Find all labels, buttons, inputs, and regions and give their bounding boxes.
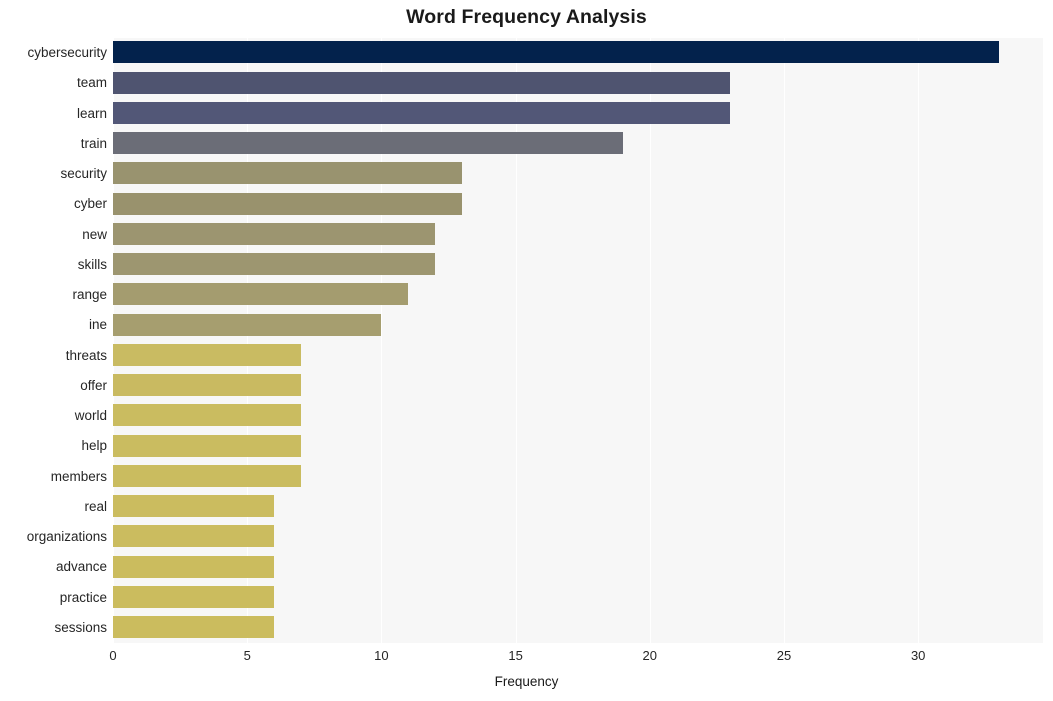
y-tick-label-ine: ine bbox=[88, 317, 107, 333]
bar-offer[interactable] bbox=[113, 374, 301, 397]
x-tick-label-10: 10 bbox=[374, 648, 389, 663]
bar-organizations[interactable] bbox=[113, 525, 275, 548]
bar-row bbox=[113, 250, 1043, 280]
bar-row bbox=[113, 129, 1043, 159]
y-axis-tick-labels: cybersecurity team learn train security cyber… bbox=[0, 38, 107, 643]
bar-row bbox=[113, 341, 1043, 371]
bar-row bbox=[113, 99, 1043, 129]
bar-learn[interactable] bbox=[113, 101, 731, 124]
x-tick-label-30: 30 bbox=[910, 648, 926, 663]
bar-row bbox=[113, 613, 1043, 643]
y-tick-label-sessions: sessions bbox=[54, 619, 107, 635]
bar-practice[interactable] bbox=[113, 585, 275, 608]
y-tick-label-offer: offer bbox=[80, 377, 107, 393]
bar-row bbox=[113, 552, 1043, 582]
y-tick-label-range: range bbox=[72, 287, 107, 303]
bar-row bbox=[113, 189, 1043, 219]
bar-range[interactable] bbox=[113, 283, 409, 306]
bar-threats[interactable] bbox=[113, 343, 301, 366]
y-tick-label-cyber: cyber bbox=[73, 196, 107, 212]
bar-sessions[interactable] bbox=[113, 616, 275, 639]
bar-ine[interactable] bbox=[113, 313, 382, 336]
bar-row bbox=[113, 401, 1043, 431]
y-tick-label-organizations: organizations bbox=[26, 529, 107, 545]
bar-skills[interactable] bbox=[113, 253, 436, 276]
y-tick-label-help: help bbox=[81, 438, 107, 454]
y-tick-label-cybersecurity: cybersecurity bbox=[27, 45, 107, 61]
x-tick-label-20: 20 bbox=[642, 648, 658, 663]
y-tick-label-advance: advance bbox=[55, 559, 107, 575]
y-tick-label-world: world bbox=[74, 408, 107, 424]
bar-new[interactable] bbox=[113, 222, 436, 245]
y-tick-label-team: team bbox=[76, 75, 107, 91]
y-tick-label-practice: practice bbox=[59, 589, 107, 605]
chart-figure: Word Frequency Analysis cybersecurity tea… bbox=[0, 0, 1053, 701]
y-tick-label-new: new bbox=[82, 226, 107, 242]
x-tick-label-0: 0 bbox=[109, 648, 117, 663]
bar-help[interactable] bbox=[113, 434, 301, 457]
x-axis-tick-labels: 0 5 10 15 20 25 30 bbox=[0, 648, 1053, 670]
y-tick-label-threats: threats bbox=[65, 347, 107, 363]
bar-row bbox=[113, 522, 1043, 552]
chart-title: Word Frequency Analysis bbox=[406, 6, 647, 28]
y-tick-label-members: members bbox=[50, 468, 107, 484]
x-tick-label-25: 25 bbox=[776, 648, 792, 663]
bar-row bbox=[113, 583, 1043, 613]
bar-real[interactable] bbox=[113, 495, 275, 518]
y-tick-label-train: train bbox=[80, 135, 107, 151]
bar-row bbox=[113, 310, 1043, 340]
y-tick-label-learn: learn bbox=[76, 105, 107, 121]
bar-team[interactable] bbox=[113, 71, 731, 94]
y-tick-label-skills: skills bbox=[77, 256, 107, 272]
x-axis-title: Frequency bbox=[494, 674, 559, 689]
bar-advance[interactable] bbox=[113, 555, 275, 578]
bar-row bbox=[113, 462, 1043, 492]
x-tick-label-5: 5 bbox=[243, 648, 251, 663]
plot-area bbox=[113, 38, 1043, 643]
bar-security[interactable] bbox=[113, 162, 462, 185]
bar-row bbox=[113, 159, 1043, 189]
y-tick-label-real: real bbox=[84, 498, 107, 514]
bar-cyber[interactable] bbox=[113, 192, 462, 215]
bar-members[interactable] bbox=[113, 464, 301, 487]
bar-row bbox=[113, 220, 1043, 250]
bar-train[interactable] bbox=[113, 132, 623, 155]
bar-row bbox=[113, 68, 1043, 98]
bar-row bbox=[113, 38, 1043, 68]
bar-world[interactable] bbox=[113, 404, 301, 427]
bar-row bbox=[113, 280, 1043, 310]
bar-row bbox=[113, 492, 1043, 522]
bar-row bbox=[113, 371, 1043, 401]
bar-row bbox=[113, 431, 1043, 461]
y-tick-label-security: security bbox=[60, 166, 107, 182]
bar-cybersecurity[interactable] bbox=[113, 41, 999, 64]
x-tick-label-15: 15 bbox=[508, 648, 523, 663]
